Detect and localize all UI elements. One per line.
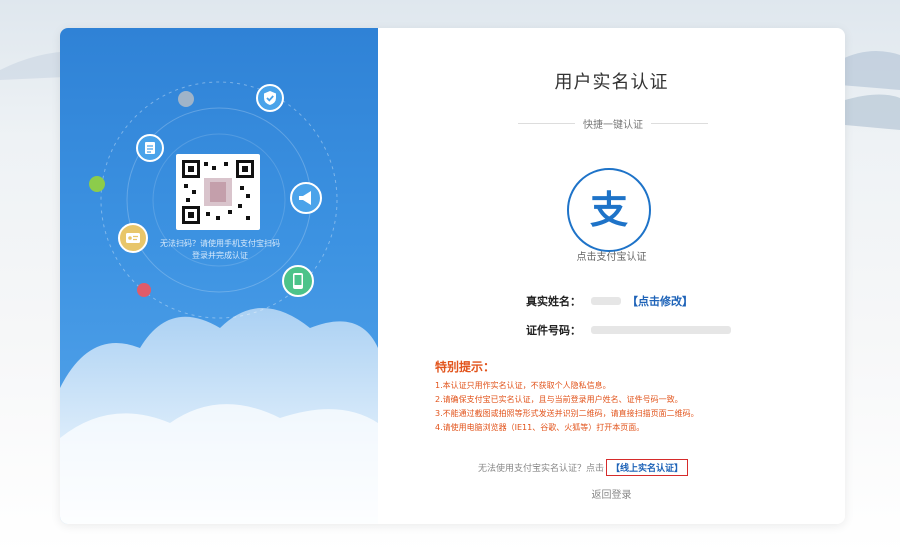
qr-panel: 无法扫码？请使用手机支付宝扫码登录并完成认证 bbox=[60, 28, 378, 524]
qr-code[interactable] bbox=[176, 154, 260, 230]
notice-item: 4.请使用电脑浏览器（IE11、谷歌、火狐等）打开本页面。 bbox=[435, 423, 645, 432]
shield-check-icon bbox=[256, 84, 284, 112]
alipay-icon: 支 bbox=[589, 188, 628, 232]
notice-title: 特别提示： bbox=[435, 360, 496, 374]
alipay-auth-label: 点击支付宝认证 bbox=[576, 252, 647, 263]
special-notice: 特别提示： 1.本认证只用作实名认证，不获取个人隐私信息。 2.请确保支付宝已实… bbox=[435, 358, 815, 435]
real-name-row: 真实姓名： 【点击修改】 bbox=[508, 293, 693, 309]
notice-item: 1.本认证只用作实名认证，不获取个人隐私信息。 bbox=[435, 381, 611, 390]
subtitle-divider: 快捷一键认证 bbox=[518, 116, 708, 131]
alipay-auth-button[interactable]: 支 bbox=[567, 168, 651, 252]
id-card-icon bbox=[118, 223, 148, 253]
back-to-login-link[interactable]: 返回登录 bbox=[378, 486, 845, 501]
id-number-value-redacted bbox=[591, 326, 731, 334]
real-name-value-redacted bbox=[591, 297, 621, 305]
orbit-graphic bbox=[60, 81, 378, 524]
divider-line-right bbox=[651, 122, 708, 124]
page-title: 用户实名认证 bbox=[554, 72, 669, 93]
real-name-label: 真实姓名： bbox=[526, 295, 581, 308]
auth-form-panel: 用户实名认证 快捷一键认证 支 点击支付宝认证 真实姓名： 【点击修改】 证件号… bbox=[378, 28, 845, 524]
qr-code-graphic bbox=[182, 160, 254, 224]
megaphone-icon bbox=[290, 182, 322, 214]
edit-name-link[interactable]: 【点击修改】 bbox=[627, 293, 693, 309]
document-icon bbox=[136, 134, 164, 162]
divider-line-left bbox=[518, 122, 575, 124]
online-auth-link[interactable]: 【线上实名认证】 bbox=[606, 458, 689, 476]
alternative-auth-row: 无法使用支付宝实名认证？点击 【线上实名认证】 bbox=[478, 458, 798, 476]
notice-item: 3.不能通过截图或拍照等形式发送并识别二维码，请直接扫描页面二维码。 bbox=[435, 409, 699, 418]
phone-icon bbox=[282, 265, 314, 297]
id-number-label: 证件号码： bbox=[526, 324, 581, 337]
qr-caption: 无法扫码？请使用手机支付宝扫码登录并完成认证 bbox=[160, 239, 280, 260]
notice-item: 2.请确保支付宝已实名认证，且与当前登录用户姓名、证件号码一致。 bbox=[435, 395, 683, 404]
alternative-auth-prompt: 无法使用支付宝实名认证？点击 bbox=[478, 463, 605, 474]
subtitle: 快捷一键认证 bbox=[583, 119, 643, 131]
auth-card: 无法扫码？请使用手机支付宝扫码登录并完成认证 用户实名认证 快捷一键认证 支 点… bbox=[60, 28, 845, 524]
id-number-row: 证件号码： bbox=[508, 322, 731, 338]
